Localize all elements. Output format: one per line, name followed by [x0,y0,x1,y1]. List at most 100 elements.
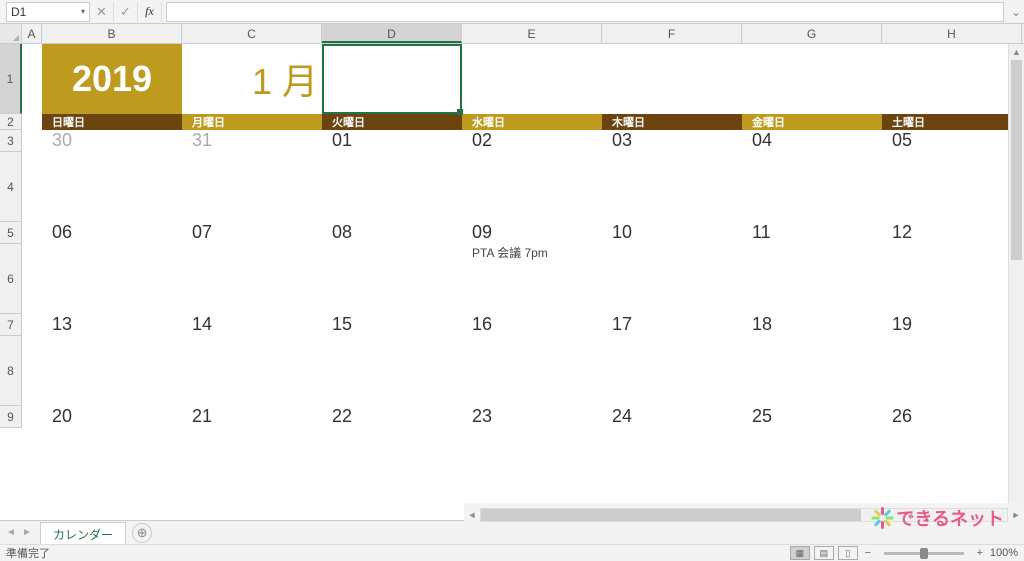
date-cell[interactable]: 30 [42,130,182,152]
date-cell[interactable]: 02 [462,130,602,152]
date-cell[interactable]: 18 [742,314,882,336]
view-page-break-button[interactable]: ▯ [838,546,858,560]
event-cell[interactable] [882,152,1022,222]
date-cell[interactable]: 12 [882,222,1022,244]
col-header-F[interactable]: F [602,24,742,43]
sheet-tab-calendar[interactable]: カレンダー [40,522,126,546]
month-cell[interactable]: 1 月 [182,44,322,114]
row-header-8[interactable]: 8 [0,336,21,406]
event-cell[interactable] [882,244,1022,314]
scroll-left-icon[interactable]: ◄ [464,510,480,520]
zoom-slider-thumb[interactable] [920,548,928,559]
date-cell[interactable]: 23 [462,406,602,428]
year-cell[interactable]: 2019 [42,44,182,114]
date-cell[interactable]: 15 [322,314,462,336]
event-cell[interactable] [322,336,462,406]
insert-function-button[interactable]: fx [138,2,162,22]
date-cell[interactable]: 11 [742,222,882,244]
event-cell[interactable] [462,336,602,406]
event-cell[interactable] [182,152,322,222]
date-cell[interactable]: 10 [602,222,742,244]
dow-tue[interactable]: 火曜日 [322,114,462,130]
date-cell[interactable]: 08 [322,222,462,244]
date-cell[interactable]: 13 [42,314,182,336]
zoom-in-button[interactable]: + [974,547,986,559]
zoom-level[interactable]: 100% [990,547,1018,559]
event-cell[interactable] [602,336,742,406]
event-cell[interactable] [42,336,182,406]
dow-fri[interactable]: 金曜日 [742,114,882,130]
zoom-slider[interactable] [884,552,964,555]
formula-input[interactable] [166,2,1004,22]
tab-nav-next-icon[interactable]: ► [20,526,34,540]
dow-mon[interactable]: 月曜日 [182,114,322,130]
select-all-button[interactable] [0,24,22,43]
date-cell[interactable]: 16 [462,314,602,336]
event-cell[interactable] [462,152,602,222]
date-cell[interactable]: 14 [182,314,322,336]
row-header-6[interactable]: 6 [0,244,21,314]
date-cell[interactable]: 24 [602,406,742,428]
tab-nav-prev-icon[interactable]: ◄ [4,526,18,540]
date-cell[interactable]: 26 [882,406,1022,428]
date-cell[interactable]: 31 [182,130,322,152]
date-cell[interactable]: 19 [882,314,1022,336]
formula-bar-expand-icon[interactable]: ⌄ [1008,5,1024,19]
vertical-scrollbar[interactable]: ▲ ▼ [1008,44,1024,520]
confirm-button[interactable]: ✓ [114,2,138,22]
scroll-up-icon[interactable]: ▲ [1009,44,1024,60]
date-cell[interactable]: 25 [742,406,882,428]
col-header-A[interactable]: A [22,24,42,43]
date-cell[interactable]: 21 [182,406,322,428]
event-cell[interactable] [42,244,182,314]
cancel-button[interactable]: ✕ [90,2,114,22]
col-header-H[interactable]: H [882,24,1022,43]
event-cell[interactable]: PTA 会議 7pm [462,244,602,314]
date-cell[interactable]: 17 [602,314,742,336]
row-header-4[interactable]: 4 [0,152,21,222]
event-cell[interactable] [322,152,462,222]
date-cell[interactable]: 09 [462,222,602,244]
row-header-5[interactable]: 5 [0,222,21,244]
event-cell[interactable] [182,244,322,314]
event-cell[interactable] [742,336,882,406]
cells-area[interactable]: 2019 1 月 日曜日 月曜日 火曜日 水曜日 木曜日 金曜日 土曜日 30 … [22,44,1024,428]
date-cell[interactable]: 06 [42,222,182,244]
view-page-layout-button[interactable]: ▤ [814,546,834,560]
col-header-G[interactable]: G [742,24,882,43]
dow-sat[interactable]: 土曜日 [882,114,1022,130]
date-cell[interactable]: 22 [322,406,462,428]
zoom-out-button[interactable]: − [862,547,874,559]
vscroll-thumb[interactable] [1011,60,1022,260]
dow-thu[interactable]: 木曜日 [602,114,742,130]
date-cell[interactable]: 20 [42,406,182,428]
view-normal-button[interactable]: ▦ [790,546,810,560]
hscroll-thumb[interactable] [481,509,861,521]
col-header-C[interactable]: C [182,24,322,43]
date-cell[interactable]: 07 [182,222,322,244]
name-box-dropdown-icon[interactable]: ▾ [81,7,85,16]
event-cell[interactable] [882,336,1022,406]
row-header-2[interactable]: 2 [0,114,21,130]
col-header-B[interactable]: B [42,24,182,43]
row-header-1[interactable]: 1 [0,44,22,114]
date-cell[interactable]: 01 [322,130,462,152]
event-cell[interactable] [322,244,462,314]
date-cell[interactable]: 04 [742,130,882,152]
event-cell[interactable] [182,336,322,406]
row-header-7[interactable]: 7 [0,314,21,336]
col-header-D[interactable]: D [322,24,462,43]
row-header-3[interactable]: 3 [0,130,21,152]
date-cell[interactable]: 05 [882,130,1022,152]
event-cell[interactable] [742,244,882,314]
date-cell[interactable]: 03 [602,130,742,152]
row-header-9[interactable]: 9 [0,406,21,428]
dow-sun[interactable]: 日曜日 [42,114,182,130]
scroll-right-icon[interactable]: ► [1008,510,1024,520]
event-cell[interactable] [42,152,182,222]
name-box[interactable]: D1 ▾ [6,2,90,22]
event-cell[interactable] [602,152,742,222]
event-cell[interactable] [602,244,742,314]
col-header-E[interactable]: E [462,24,602,43]
event-cell[interactable] [742,152,882,222]
